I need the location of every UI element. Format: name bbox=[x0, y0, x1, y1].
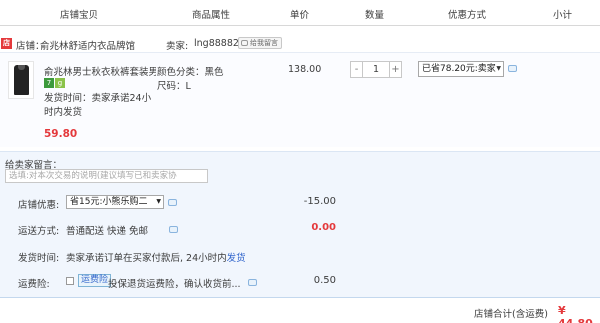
header-subtotal: 小计 bbox=[553, 10, 573, 21]
message-button-label: 给我留言 bbox=[250, 39, 278, 47]
delivery-time-label: 发货时间: bbox=[18, 253, 60, 264]
attr-color: 颜色分类：黑色 bbox=[157, 67, 224, 78]
header-item: 店铺宝贝 bbox=[60, 10, 99, 21]
header-promotion: 优惠方式 bbox=[448, 10, 487, 21]
shop-total-row: 店铺合计(含运费) ¥ 44.80 bbox=[0, 297, 600, 323]
header-quantity: 数量 bbox=[365, 10, 385, 21]
product-thumbnail[interactable] bbox=[8, 61, 34, 99]
shop-promo-value: 省15元:小熊乐购二 bbox=[70, 197, 148, 207]
shipping-amount: 0.00 bbox=[311, 222, 336, 233]
shop-name-link[interactable]: 俞兆林舒适内衣品牌馆 bbox=[40, 38, 135, 52]
delivery-link[interactable]: 发货 bbox=[227, 253, 246, 264]
insurance-info-icon[interactable] bbox=[248, 279, 257, 286]
promotion-info-icon[interactable] bbox=[508, 65, 517, 72]
shop-row: 店 店铺： 俞兆林舒适内衣品牌馆 卖家: lng888821 给我留言 bbox=[0, 33, 600, 52]
shop-promo-select[interactable]: 省15元:小熊乐购二 ▼ bbox=[66, 195, 164, 209]
shipping-label: 运送方式: bbox=[18, 226, 60, 237]
item-promotion-value: 已省78.20元:卖家 bbox=[422, 64, 496, 74]
header-attributes: 商品属性 bbox=[192, 10, 231, 21]
insurance-checkbox[interactable] bbox=[66, 277, 74, 285]
quantity-increase-button[interactable]: + bbox=[389, 62, 401, 77]
guarantee-icon[interactable]: g bbox=[55, 78, 65, 88]
quantity-input[interactable]: 1 bbox=[363, 62, 389, 77]
cart-item: 俞兆林男士秋衣秋裤套装男 7g 发货时间：卖家承诺24小时内发货 59.80 颜… bbox=[0, 52, 600, 147]
insurance-description: 投保退货运费险，确认收货前... bbox=[108, 279, 241, 290]
item-subtotal-price: 59.80 bbox=[44, 128, 78, 140]
delivery-time-text: 卖家承诺订单在买家付款后, 24小时内 bbox=[66, 253, 227, 264]
shop-promo-info-icon[interactable] bbox=[168, 199, 177, 206]
quantity-decrease-button[interactable]: - bbox=[351, 62, 363, 77]
shop-total-label: 店铺合计(含运费) bbox=[474, 309, 548, 320]
service-badges: 7g bbox=[44, 78, 65, 88]
shop-promo-amount: -15.00 bbox=[303, 196, 336, 207]
dropdown-arrow-icon: ▼ bbox=[496, 65, 501, 72]
insurance-tag[interactable]: 运费险 bbox=[78, 274, 112, 287]
seller-message-input[interactable]: 选填:对本次交易的说明(建议填写已和卖家协 bbox=[5, 169, 208, 183]
shipping-method: 普通配送 快递 免邮 bbox=[66, 226, 149, 237]
order-options-panel: 给卖家留言： 选填:对本次交易的说明(建议填写已和卖家协 店铺优惠: 省15元:… bbox=[0, 151, 600, 297]
message-seller-button[interactable]: 给我留言 bbox=[238, 37, 282, 49]
insurance-amount: 0.50 bbox=[313, 275, 336, 286]
header-unit-price: 单价 bbox=[290, 10, 310, 21]
seven-day-return-icon[interactable]: 7 bbox=[44, 78, 54, 88]
quantity-stepper: - 1 + bbox=[350, 61, 402, 78]
delivery-time-value: 卖家承诺订单在买家付款后, 24小时内发货 bbox=[66, 250, 246, 264]
cart-table-header: 店铺宝贝 商品属性 单价 数量 优惠方式 小计 bbox=[0, 0, 600, 26]
item-promotion-select[interactable]: 已省78.20元:卖家 ▼ bbox=[418, 61, 504, 77]
seller-label: 卖家: bbox=[166, 41, 189, 52]
attr-size: 尺码：L bbox=[157, 81, 191, 92]
message-icon bbox=[241, 40, 248, 46]
shop-total-value: ¥ 44.80 bbox=[558, 304, 593, 323]
unit-price: 138.00 bbox=[288, 64, 322, 75]
shop-promo-label: 店铺优惠: bbox=[18, 200, 60, 211]
item-ship-time: 发货时间：卖家承诺24小时内发货 bbox=[44, 93, 152, 118]
insurance-label: 运费险: bbox=[18, 279, 50, 290]
dropdown-arrow-icon: ▼ bbox=[156, 198, 161, 205]
jacket-collar bbox=[18, 65, 25, 70]
product-title-link[interactable]: 俞兆林男士秋衣秋裤套装男 bbox=[44, 64, 156, 78]
shipping-info-icon[interactable] bbox=[169, 226, 178, 233]
shop-icon: 店 bbox=[1, 38, 12, 49]
